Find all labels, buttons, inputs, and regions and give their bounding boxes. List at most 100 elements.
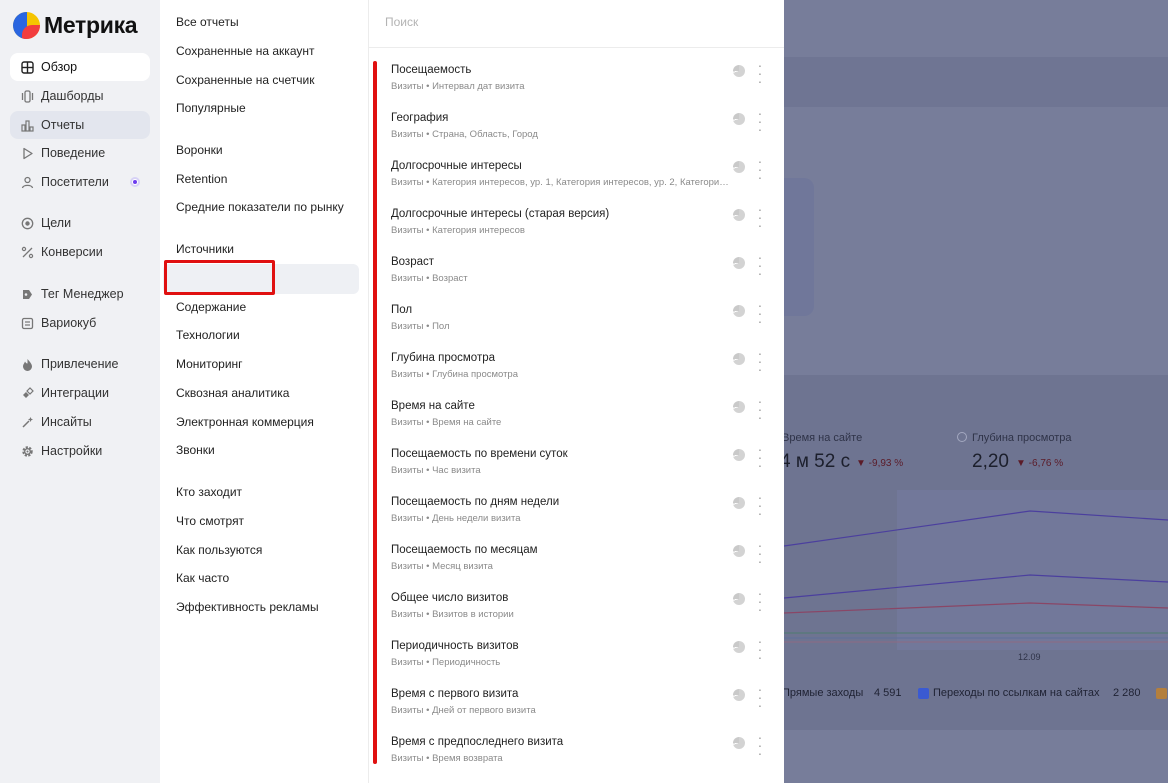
pie-chart-icon[interactable] [733,257,745,269]
more-menu-icon[interactable]: · · · [753,442,767,472]
nav-item[interactable]: Конверсии [10,238,150,266]
nav-item[interactable]: Вариокуб [10,309,150,337]
report-item[interactable]: Посещаемость по месяцам Визиты • Месяц ви… [391,538,781,584]
notification-dot-icon [130,177,140,187]
report-item[interactable]: Пол Визиты • Пол · · · [391,298,781,344]
pie-chart-icon[interactable] [733,449,745,461]
pie-chart-icon[interactable] [733,641,745,653]
background-dashboard-dimmed[interactable]: Время на сайте 4 м 52 с ▼ -9,93 % Глубин… [784,0,1168,783]
more-menu-icon[interactable]: · · · [753,490,767,520]
nav-item[interactable]: Инсайты [10,408,150,436]
nav-item-label: Отчеты [41,118,85,132]
more-menu-icon[interactable]: · · · [753,154,767,184]
category-item[interactable]: Все отчеты [176,15,239,29]
search-input[interactable]: Поиск [385,15,418,29]
report-item[interactable]: Время на сайте Визиты • Время на сайте · · · [391,394,781,440]
nav-item[interactable]: Привлечение [10,350,150,378]
pie-chart-icon[interactable] [733,305,745,317]
category-item[interactable]: Средние показатели по рынку [176,200,344,214]
category-item[interactable]: Как пользуются [176,543,262,557]
more-menu-icon[interactable]: · · · [753,682,767,712]
nav-item[interactable]: Отчеты [10,111,150,139]
report-subtitle: Визиты • Дней от первого визита [391,705,536,716]
more-menu-icon[interactable]: · · · [753,394,767,424]
category-item[interactable]: Сохраненные на счетчик [176,73,314,87]
pie-chart-icon[interactable] [733,209,745,221]
logo[interactable]: Метрика [13,12,138,39]
background-card [784,178,814,316]
pie-chart-icon[interactable] [733,65,745,77]
pie-chart-icon[interactable] [733,689,745,701]
insights-icon [20,415,34,429]
pie-chart-icon[interactable] [733,113,745,125]
nav-item[interactable]: Тег Менеджер [10,280,150,308]
more-menu-icon[interactable]: · · · [753,730,767,760]
pie-chart-icon[interactable] [733,545,745,557]
report-item[interactable]: Посещаемость по дням недели Визиты • День… [391,490,781,536]
category-item[interactable]: Эффективность рекламы [176,600,319,614]
report-item[interactable]: Долгосрочные интересы Визиты • Категория … [391,154,781,200]
report-title: Посещаемость по дням недели [391,496,560,508]
pie-chart-icon[interactable] [733,497,745,509]
more-menu-icon[interactable]: · · · [753,202,767,232]
more-menu-icon[interactable]: · · · [753,58,767,88]
pie-chart-icon[interactable] [733,401,745,413]
category-item[interactable]: Что смотрят [176,514,244,528]
report-item[interactable]: Время с предпоследнего визита Визиты • Вр… [391,730,781,776]
category-item[interactable]: Звонки [176,443,215,457]
category-item[interactable]: Retention [176,172,227,186]
nav-item-label: Вариокуб [41,316,97,330]
category-item[interactable]: Технологии [176,328,240,342]
report-item[interactable]: Долгосрочные интересы (старая версия) Виз… [391,202,781,248]
category-item[interactable]: Источники [176,242,234,256]
pie-chart-icon[interactable] [733,353,745,365]
category-item[interactable]: Воронки [176,143,223,157]
report-item[interactable]: Общее число визитов Визиты • Визитов в ис… [391,586,781,632]
category-item[interactable]: Содержание [176,300,246,314]
pie-chart-icon[interactable] [733,593,745,605]
category-item[interactable]: Сохраненные на аккаунт [176,44,314,58]
legend-checkbox-icon[interactable] [918,688,929,699]
more-menu-icon[interactable]: · · · [753,586,767,616]
nav-item[interactable]: Интеграции [10,379,150,407]
metric-radio-icon [957,432,967,442]
more-menu-icon[interactable]: · · · [753,346,767,376]
more-menu-icon[interactable]: · · · [753,298,767,328]
category-item[interactable]: Мониторинг [176,357,243,371]
metric-depth-value: 2,20 [972,451,1009,472]
report-item[interactable]: Глубина просмотра Визиты • Глубина просмо… [391,346,781,392]
report-item[interactable]: Время с первого визита Визиты • Дней от п… [391,682,781,728]
nav-item-label: Поведение [41,146,106,160]
more-menu-icon[interactable]: · · · [753,634,767,664]
nav-item[interactable]: Посетители [10,168,150,196]
category-item[interactable]: Как часто [176,571,229,585]
pie-chart-icon[interactable] [733,737,745,749]
report-subtitle: Визиты • Час визита [391,465,481,476]
more-menu-icon[interactable]: · · · [753,106,767,136]
legend-checkbox-icon[interactable] [1156,688,1167,699]
nav-item[interactable]: Настройки [10,437,150,465]
gear-icon [20,444,34,458]
pie-chart-icon[interactable] [733,161,745,173]
more-menu-icon[interactable]: · · · [753,250,767,280]
category-item[interactable]: Популярные [176,101,246,115]
nav-item[interactable]: Поведение [10,139,150,167]
report-title: Пол [391,304,413,316]
x-axis-tick: 12.09 [1018,652,1041,662]
report-item[interactable]: Возраст Визиты • Возраст · · · [391,250,781,296]
report-title: Время с первого визита [391,688,519,700]
category-item[interactable]: Кто заходит [176,485,242,499]
category-item[interactable]: Сквозная аналитика [176,386,289,400]
nav-item[interactable]: Дашборды [10,82,150,110]
background-line-chart [784,490,1168,650]
report-subtitle: Визиты • Периодичность [391,657,501,668]
category-item[interactable]: Электронная коммерция [176,415,314,429]
nav-item[interactable]: Обзор [10,53,150,81]
report-item[interactable]: Посещаемость по времени суток Визиты • Ча… [391,442,781,488]
nav-item-label: Тег Менеджер [41,287,124,301]
nav-item[interactable]: Цели [10,209,150,237]
report-item[interactable]: Периодичность визитов Визиты • Периодично… [391,634,781,680]
report-item[interactable]: Посещаемость Визиты • Интервал дат визита… [391,58,781,104]
more-menu-icon[interactable]: · · · [753,538,767,568]
report-item[interactable]: География Визиты • Страна, Область, Город… [391,106,781,152]
